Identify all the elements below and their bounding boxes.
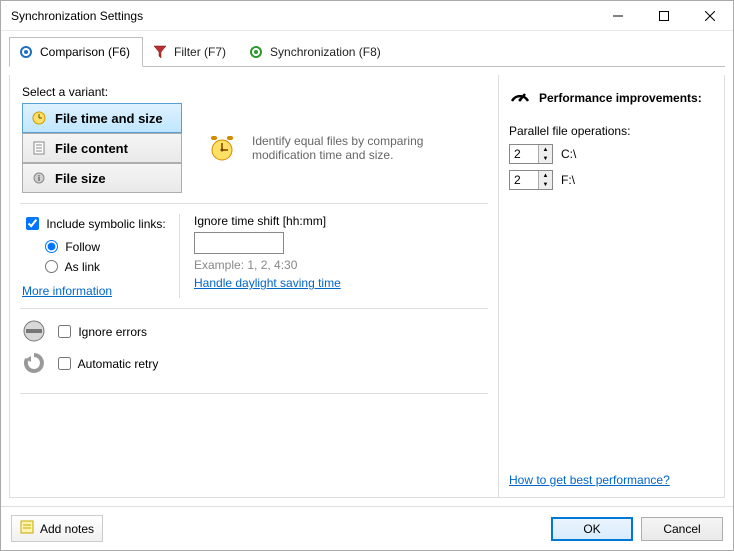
tab-filter[interactable]: Filter (F7) [143,37,239,67]
drive-path: F:\ [561,173,575,187]
cancel-button[interactable]: Cancel [641,517,723,541]
titlebar: Synchronization Settings [1,1,733,31]
tab-label: Filter (F7) [174,45,226,59]
add-notes-label: Add notes [40,522,94,536]
notes-icon [20,520,34,537]
size-icon: i [31,171,47,185]
symlinks-label: Include symbolic links: [46,217,165,231]
variant-file-size[interactable]: i File size [22,163,182,193]
right-panel: Performance improvements: Parallel file … [499,75,725,498]
best-performance-link[interactable]: How to get best performance? [509,473,670,487]
parallel-value: 2 [510,173,538,187]
spin-down-icon[interactable]: ▼ [538,154,552,163]
perf-header-text: Performance improvements: [539,91,702,105]
parallel-count-f[interactable]: 2 ▲ ▼ [509,170,553,190]
ignore-errors-input[interactable] [58,325,71,338]
gauge-icon [509,85,531,110]
variant-description: Identify equal files by comparing modifi… [252,134,466,162]
tab-comparison[interactable]: Comparison (F6) [9,37,143,67]
minimize-button[interactable] [595,1,641,31]
variant-label: File size [55,171,106,186]
automatic-retry-checkbox[interactable]: Automatic retry [54,354,158,373]
ignore-errors-checkbox[interactable]: Ignore errors [54,322,147,341]
variant-label: File time and size [55,111,163,126]
timeshift-label: Ignore time shift [hh:mm] [194,214,341,228]
symlinks-aslink-radio[interactable]: As link [40,257,169,274]
tab-label: Comparison (F6) [40,45,130,59]
spin-down-icon[interactable]: ▼ [538,180,552,189]
footer: Add notes OK Cancel [1,506,733,550]
separator [20,393,488,394]
filter-icon [152,45,168,59]
follow-radio-input[interactable] [45,240,58,253]
symlinks-checkbox-input[interactable] [26,217,39,230]
variant-label: File content [55,141,128,156]
variant-file-content[interactable]: File content [22,133,182,163]
maximize-button[interactable] [641,1,687,31]
left-panel: Select a variant: File time and size Fil… [9,75,499,498]
symlinks-checkbox[interactable]: Include symbolic links: [22,214,169,233]
dst-link[interactable]: Handle daylight saving time [194,276,341,290]
variant-label: Select a variant: [22,85,486,99]
ok-button[interactable]: OK [551,517,633,541]
parallel-count-c[interactable]: 2 ▲ ▼ [509,144,553,164]
automatic-retry-input[interactable] [58,357,71,370]
alarm-clock-icon [206,132,238,164]
timeshift-input[interactable] [194,232,284,254]
retry-icon [22,351,46,375]
symlinks-follow-radio[interactable]: Follow [40,237,169,254]
parallel-value: 2 [510,147,538,161]
spin-up-icon[interactable]: ▲ [538,171,552,180]
spin-up-icon[interactable]: ▲ [538,145,552,154]
tab-label: Synchronization (F8) [270,45,381,59]
drive-path: C:\ [561,147,576,161]
add-notes-button[interactable]: Add notes [11,515,103,542]
parallel-label: Parallel file operations: [509,124,714,138]
time-size-icon [31,110,47,126]
variant-file-time-size[interactable]: File time and size [22,103,182,133]
close-button[interactable] [687,1,733,31]
aslink-radio-input[interactable] [45,260,58,273]
sync-gear-icon [248,44,264,60]
ignore-errors-icon [22,319,46,343]
gear-icon [18,44,34,60]
svg-text:i: i [38,174,40,183]
window-title: Synchronization Settings [11,9,595,23]
tabs: Comparison (F6) Filter (F7) Synchronizat… [1,31,733,67]
content: Select a variant: File time and size Fil… [1,67,733,506]
content-icon [31,141,47,155]
more-information-link[interactable]: More information [22,284,112,298]
tab-sync[interactable]: Synchronization (F8) [239,37,394,67]
timeshift-example: Example: 1, 2, 4:30 [194,258,341,272]
